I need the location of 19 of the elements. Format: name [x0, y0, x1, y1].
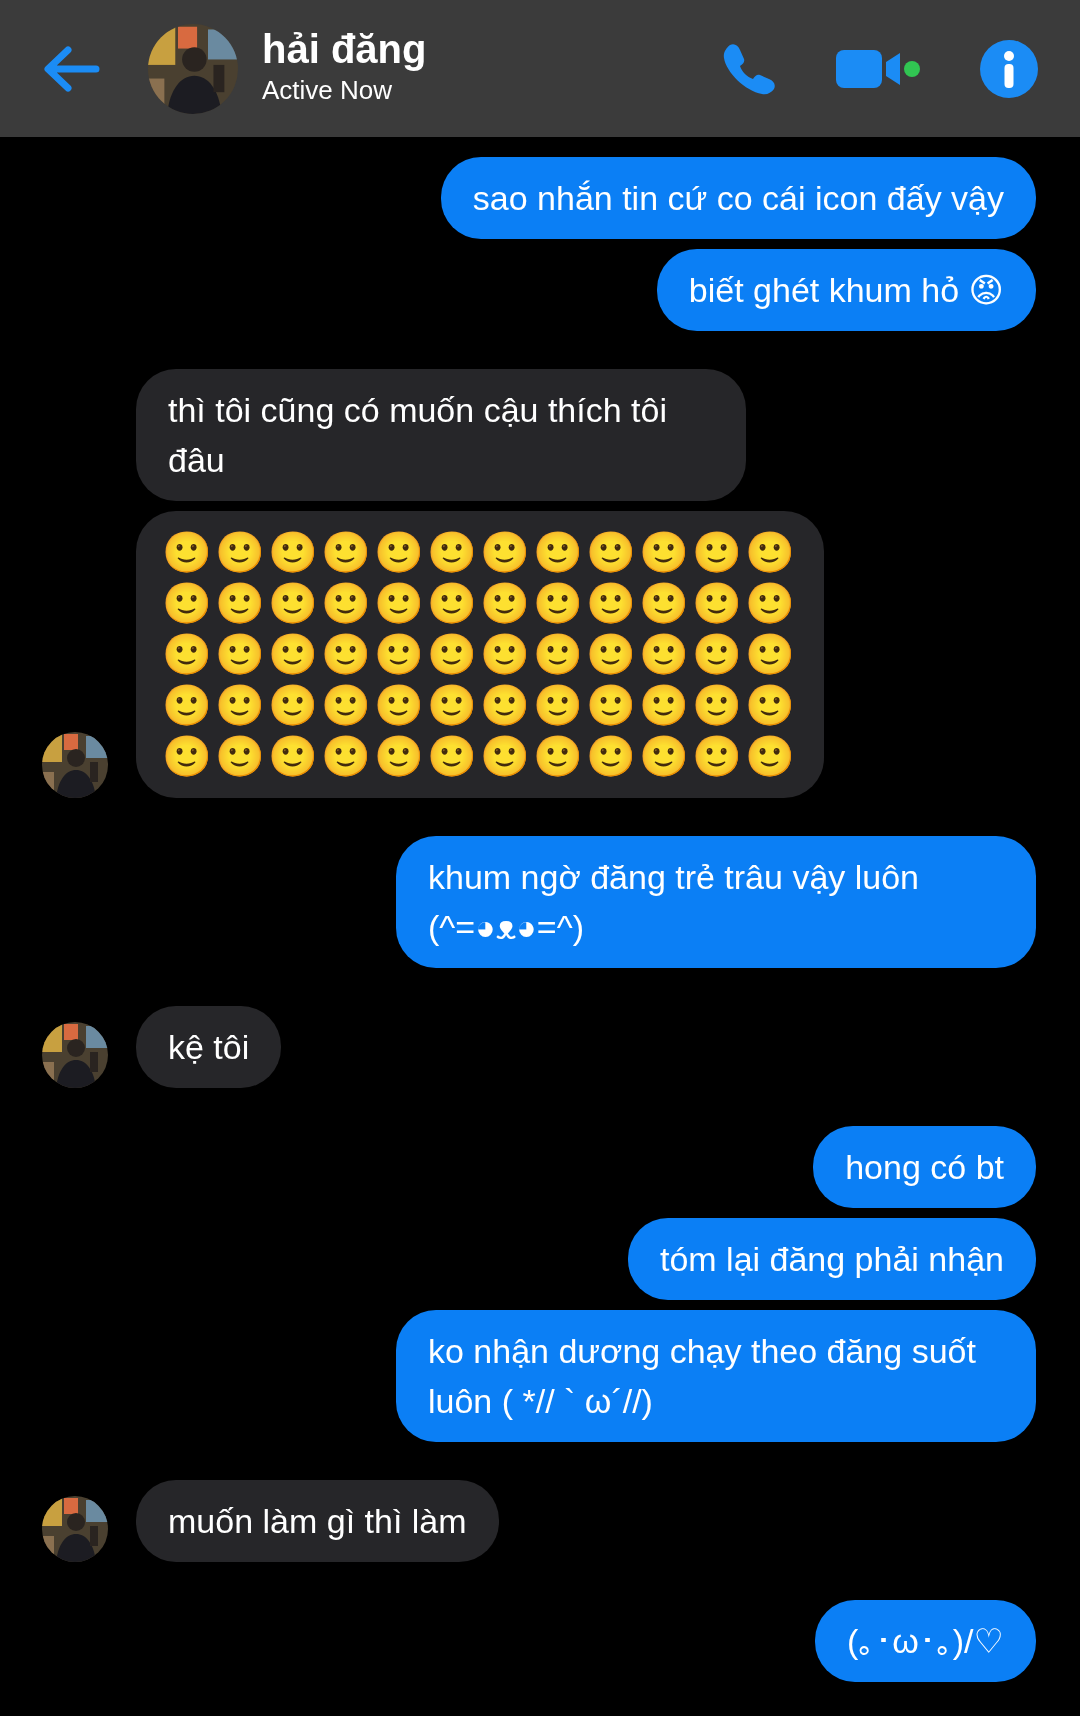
message-bubble: sao nhắn tin cứ co cái icon đấy vậy — [440, 157, 1036, 239]
info-icon[interactable] — [980, 39, 1038, 98]
active-status: Active Now — [262, 74, 394, 107]
emoji-row-text: 🙂🙂🙂🙂🙂🙂🙂🙂🙂🙂🙂🙂 — [162, 681, 798, 730]
message-bubble: khum ngờ đăng trẻ trâu vậy luôn (^=◕ᴥ◕=^) — [396, 836, 1036, 968]
back-arrow-icon[interactable] — [42, 43, 100, 94]
emoji-row-text: 🙂🙂🙂🙂🙂🙂🙂🙂🙂🙂🙂🙂 — [162, 732, 798, 781]
emoji-row-text: 🙂🙂🙂🙂🙂🙂🙂🙂🙂🙂🙂🙂 — [162, 579, 798, 628]
message-bubble: biết ghét khum hỏ 😡 — [656, 249, 1036, 331]
emoji-row-text: 🙂🙂🙂🙂🙂🙂🙂🙂🙂🙂🙂🙂 — [162, 630, 798, 679]
message-bubble: thì tôi cũng có muốn cậu thích tôi đâu — [136, 369, 746, 501]
emoji-row-text: 🙂🙂🙂🙂🙂🙂🙂🙂🙂🙂🙂🙂 — [162, 528, 798, 577]
message-bubble: tóm lại đăng phải nhận — [627, 1218, 1036, 1300]
message-bubble: (｡･ω･｡)/♡ — [814, 1600, 1036, 1682]
contact-name: hải đăng — [262, 27, 427, 71]
message-bubble: hong có bt — [813, 1126, 1036, 1208]
message-bubble: kệ tôi — [136, 1006, 282, 1088]
message-bubble: ko nhận dương chạy theo đăng suốt luôn ( *// ` ω´//) — [396, 1310, 1036, 1442]
message-bubble: muốn làm gì thì làm — [136, 1480, 499, 1562]
